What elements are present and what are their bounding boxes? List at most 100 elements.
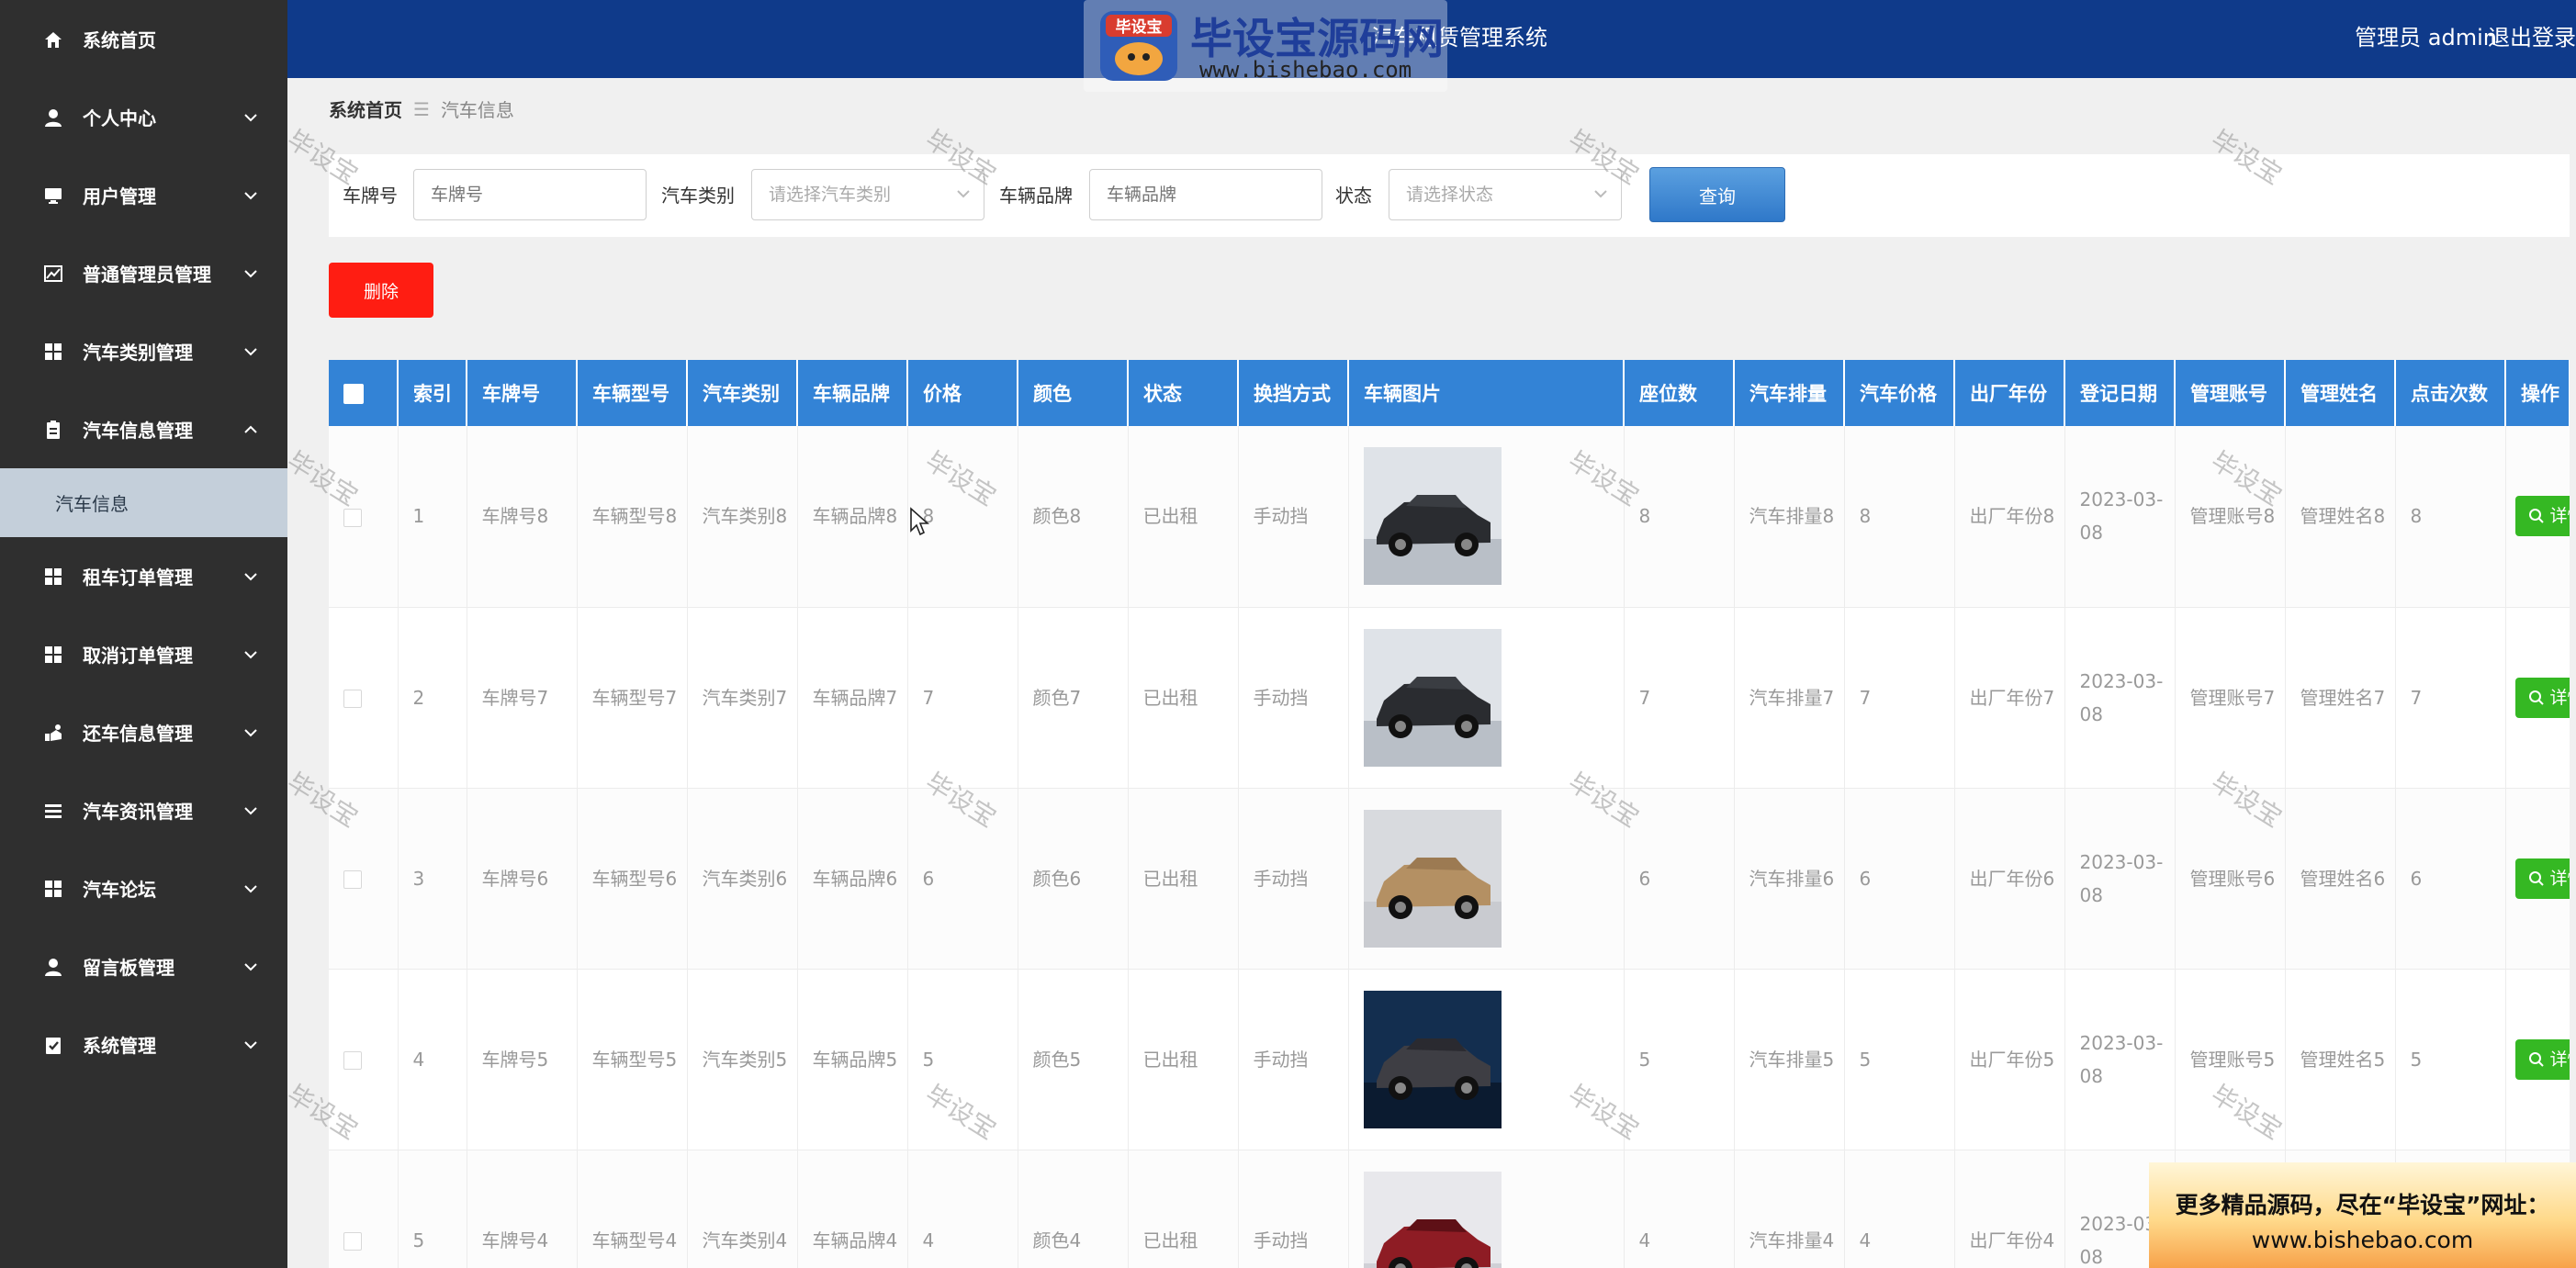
- cell-category: 汽车类别6: [687, 788, 798, 970]
- breadcrumb-home[interactable]: 系统首页: [329, 95, 402, 122]
- detail-button[interactable]: 详情: [2514, 1038, 2570, 1080]
- sidebar-item-6[interactable]: 租车订单管理: [0, 537, 287, 615]
- car-image[interactable]: [1363, 809, 1502, 948]
- actions-cell: 详情: [2505, 607, 2570, 789]
- cell-gear: 手动挡: [1238, 969, 1349, 1150]
- cell-clicks: 5: [2395, 969, 2506, 1150]
- row-checkbox[interactable]: [343, 1232, 362, 1251]
- cell-status: 已出租: [1128, 426, 1239, 608]
- sidebar-item-label: 还车信息管理: [83, 723, 193, 745]
- column-header: 车辆品牌: [797, 360, 908, 426]
- brand-search-input[interactable]: [1089, 169, 1322, 220]
- row-checkbox[interactable]: [343, 690, 362, 708]
- status-select[interactable]: 请选择状态: [1389, 169, 1622, 220]
- column-header: 汽车价格: [1844, 360, 1955, 426]
- chevron-down-icon: [244, 269, 257, 277]
- cell-color: 颜色8: [1018, 426, 1129, 608]
- sidebar-item-7[interactable]: 取消订单管理: [0, 615, 287, 693]
- detail-button[interactable]: 详情: [2514, 677, 2569, 718]
- chevron-down-icon: [244, 347, 257, 355]
- cell-status: 已出租: [1128, 1150, 1239, 1268]
- cell-model: 车辆型号5: [577, 969, 688, 1150]
- list-icon: [45, 803, 62, 818]
- detail-label: 详情: [2549, 868, 2570, 889]
- car-image[interactable]: [1363, 628, 1502, 767]
- row-checkbox-cell: [329, 1150, 399, 1268]
- table-header-row: 索引 车牌号 车辆型号 汽车类别 车辆品牌 价格 颜色 状态 换挡方式 车辆图片 座位数 汽车排量 汽车…: [329, 360, 2570, 426]
- table-body: 1 车牌号8 车辆型号8 汽车类别8 车辆品牌8 8 颜色8 已出租 手动挡 8 汽车排量8 8 出厂年…: [329, 426, 2570, 1268]
- select-all-header: [329, 360, 399, 426]
- cell-price: 4: [907, 1150, 1018, 1268]
- breadcrumb: 系统首页 ☰ 汽车信息: [329, 95, 514, 122]
- logout-link[interactable]: 退出登录: [2488, 0, 2576, 78]
- chevron-down-icon: [244, 1040, 257, 1049]
- chevron-down-icon: [957, 190, 970, 198]
- cell-color: 颜色4: [1018, 1150, 1129, 1268]
- cell-displacement: 汽车排量4: [1734, 1150, 1845, 1268]
- user-icon: [45, 108, 62, 127]
- cell-car_price: 5: [1844, 969, 1955, 1150]
- chevron-down-icon: [244, 962, 257, 971]
- logo-badge-icon: 毕设宝: [1100, 11, 1177, 81]
- detail-button[interactable]: 详情: [2514, 496, 2569, 537]
- sidebar-item-4[interactable]: 汽车类别管理: [0, 312, 287, 390]
- search-panel: 车牌号 汽车类别 请选择汽车类别 车辆品牌 状态 请选择状态 查询: [329, 154, 2570, 237]
- column-header: 换挡方式: [1238, 360, 1349, 426]
- breadcrumb-current: 汽车信息: [440, 99, 514, 121]
- cell-category: 汽车类别8: [687, 426, 798, 608]
- row-checkbox[interactable]: [343, 870, 362, 889]
- cell-price: 7: [907, 607, 1018, 789]
- sidebar-item-8[interactable]: 还车信息管理: [0, 693, 287, 771]
- plate-label: 车牌号: [343, 185, 398, 207]
- select-all-checkbox[interactable]: [343, 384, 364, 404]
- sidebar-item-1[interactable]: 个人中心: [0, 78, 287, 156]
- sidebar-item-label: 留言板管理: [83, 957, 174, 979]
- sidebar-item-9[interactable]: 汽车资讯管理: [0, 771, 287, 849]
- cell-account: 管理账号5: [2175, 969, 2286, 1150]
- sidebar-item-12[interactable]: 系统管理: [0, 1005, 287, 1083]
- delete-button[interactable]: 删除: [329, 263, 433, 318]
- cell-model: 车辆型号8: [577, 426, 688, 608]
- cell-price: 5: [907, 969, 1018, 1150]
- cell-name: 管理姓名7: [2285, 607, 2396, 789]
- sidebar-item-5[interactable]: 汽车信息管理: [0, 390, 287, 468]
- search-icon: [2528, 1051, 2544, 1067]
- car-image-cell: [1348, 607, 1625, 789]
- current-user: 管理员 admin: [2355, 25, 2497, 50]
- car-image[interactable]: [1363, 1171, 1502, 1268]
- sidebar-item-11[interactable]: 留言板管理: [0, 927, 287, 1005]
- query-button[interactable]: 查询: [1649, 167, 1785, 222]
- cell-category: 汽车类别4: [687, 1150, 798, 1268]
- category-select[interactable]: 请选择汽车类别: [751, 169, 984, 220]
- status-select-placeholder: 请选择状态: [1406, 185, 1494, 205]
- sidebar-item-3[interactable]: 普通管理员管理: [0, 234, 287, 312]
- car-image[interactable]: [1363, 447, 1502, 586]
- promo-line-2: www.bishebao.com: [2251, 1227, 2474, 1253]
- cell-clicks: 8: [2395, 426, 2506, 608]
- column-header: 点击次数: [2395, 360, 2506, 426]
- cell-plate: 车牌号8: [467, 426, 578, 608]
- row-checkbox[interactable]: [343, 1051, 362, 1070]
- sidebar-item-0[interactable]: 系统首页: [0, 0, 287, 78]
- sidebar-item-10[interactable]: 汽车论坛: [0, 849, 287, 927]
- chart-icon: [44, 264, 62, 282]
- detail-label: 详情: [2549, 1049, 2570, 1070]
- car-image-cell: [1348, 1150, 1625, 1268]
- sidebar-item-2[interactable]: 用户管理: [0, 156, 287, 234]
- sidebar-item-label: 汽车资讯管理: [83, 801, 193, 823]
- cell-plate: 车牌号4: [467, 1150, 578, 1268]
- column-header: 出厂年份: [1954, 360, 2065, 426]
- row-checkbox[interactable]: [343, 508, 362, 527]
- cell-account: 管理账号6: [2175, 788, 2286, 970]
- sidebar-subitem-car-info[interactable]: 汽车信息: [0, 468, 287, 537]
- cell-price: 6: [907, 788, 1018, 970]
- car-image[interactable]: [1363, 990, 1502, 1128]
- chevron-down-icon: [244, 650, 257, 658]
- detail-button[interactable]: 详情: [2514, 858, 2570, 899]
- cell-plate: 车牌号6: [467, 788, 578, 970]
- cell-gear: 手动挡: [1238, 426, 1349, 608]
- plate-search-input[interactable]: [413, 169, 647, 220]
- sidebar-item-label: 汽车信息管理: [83, 420, 193, 442]
- svg-text:毕设宝: 毕设宝: [1116, 17, 1163, 37]
- column-header: 登记日期: [2064, 360, 2176, 426]
